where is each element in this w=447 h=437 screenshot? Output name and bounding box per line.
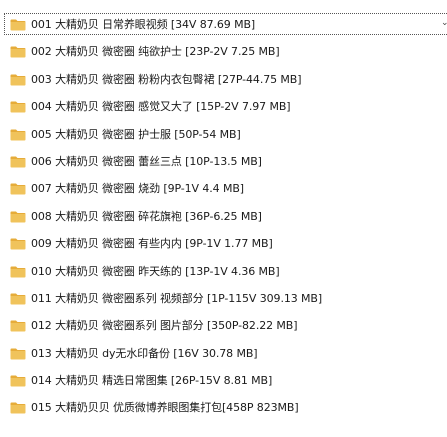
folder-icon [10, 348, 26, 360]
folder-icon [10, 402, 26, 414]
file-list-item[interactable]: 011 大精奶贝 微密圈系列 视频部分 [1P-115V 309.13 MB] [0, 285, 447, 312]
file-name-label: 001 大精奶贝 日常养眼视频 [34V 87.69 MB] [31, 18, 256, 31]
file-list-item[interactable]: 012 大精奶贝 微密圈系列 图片部分 [350P-82.22 MB] [0, 312, 447, 339]
file-list-item[interactable]: 006 大精奶贝 微密圈 蕾丝三点 [10P-13.5 MB] [0, 148, 447, 175]
file-list-item[interactable]: 015 大精奶贝贝 优质微博养眼图集打包[458P 823MB] [0, 394, 447, 421]
file-name-label: 006 大精奶贝 微密圈 蕾丝三点 [10P-13.5 MB] [31, 154, 262, 168]
folder-icon [10, 101, 26, 113]
scroll-edge-marker: ⌄ [441, 18, 447, 28]
file-name-label: 003 大精奶贝 微密圈 粉粉内衣包臀裙 [27P-44.75 MB] [31, 72, 302, 86]
file-list-item[interactable]: 003 大精奶贝 微密圈 粉粉内衣包臀裙 [27P-44.75 MB] [0, 66, 447, 93]
folder-icon [10, 156, 26, 168]
folder-icon [10, 46, 26, 58]
file-list-item[interactable]: 007 大精奶贝 微密圈 烧劲 [9P-1V 4.4 MB] [0, 175, 447, 202]
folder-icon [10, 211, 26, 223]
folder-icon [10, 320, 26, 332]
file-list-item[interactable]: 010 大精奶贝 微密圈 昨天练的 [13P-1V 4.36 MB] [0, 258, 447, 285]
file-name-label: 010 大精奶贝 微密圈 昨天练的 [13P-1V 4.36 MB] [31, 264, 280, 278]
file-name-label: 008 大精奶贝 微密圈 碎花旗袍 [36P-6.25 MB] [31, 209, 262, 223]
file-name-label: 014 大精奶贝 精选日常图集 [26P-15V 8.81 MB] [31, 374, 273, 388]
file-list-item[interactable]: 008 大精奶贝 微密圈 碎花旗袍 [36P-6.25 MB] [0, 203, 447, 230]
file-list-item[interactable]: 014 大精奶贝 精选日常图集 [26P-15V 8.81 MB] [0, 367, 447, 394]
folder-icon [10, 238, 26, 250]
file-list-item[interactable]: 005 大精奶贝 微密圈 护士服 [50P-54 MB] [0, 121, 447, 148]
folder-icon [10, 266, 26, 278]
file-name-label: 011 大精奶贝 微密圈系列 视频部分 [1P-115V 309.13 MB] [31, 291, 323, 305]
folder-icon [10, 375, 26, 387]
folder-icon [10, 74, 26, 86]
file-name-label: 002 大精奶贝 微密圈 纯欲护士 [23P-2V 7.25 MB] [31, 45, 280, 59]
file-name-label: 013 大精奶贝 dy无水印备份 [16V 30.78 MB] [31, 346, 258, 360]
file-name-label: 015 大精奶贝贝 优质微博养眼图集打包[458P 823MB] [31, 401, 299, 415]
file-list-item[interactable]: 013 大精奶贝 dy无水印备份 [16V 30.78 MB] [0, 340, 447, 367]
file-list-item[interactable]: 001 大精奶贝 日常养眼视频 [34V 87.69 MB] [0, 11, 447, 38]
file-list-item[interactable]: 009 大精奶贝 微密圈 有些内内 [9P-1V 1.77 MB] [0, 230, 447, 257]
file-name-label: 012 大精奶贝 微密圈系列 图片部分 [350P-82.22 MB] [31, 319, 298, 333]
folder-icon [10, 183, 26, 195]
file-name-label: 004 大精奶贝 微密圈 感觉又大了 [15P-2V 7.97 MB] [31, 100, 291, 114]
file-list-item[interactable]: 004 大精奶贝 微密圈 感觉又大了 [15P-2V 7.97 MB] [0, 93, 447, 120]
file-name-label: 005 大精奶贝 微密圈 护士服 [50P-54 MB] [31, 127, 241, 141]
folder-icon [10, 19, 26, 31]
folder-icon [10, 293, 26, 305]
file-list: 001 大精奶贝 日常养眼视频 [34V 87.69 MB] 002 大精奶贝 … [0, 11, 447, 422]
folder-icon [10, 129, 26, 141]
file-name-label: 009 大精奶贝 微密圈 有些内内 [9P-1V 1.77 MB] [31, 237, 273, 251]
file-list-item[interactable]: 002 大精奶贝 微密圈 纯欲护士 [23P-2V 7.25 MB] [0, 38, 447, 65]
file-name-label: 007 大精奶贝 微密圈 烧劲 [9P-1V 4.4 MB] [31, 182, 244, 196]
